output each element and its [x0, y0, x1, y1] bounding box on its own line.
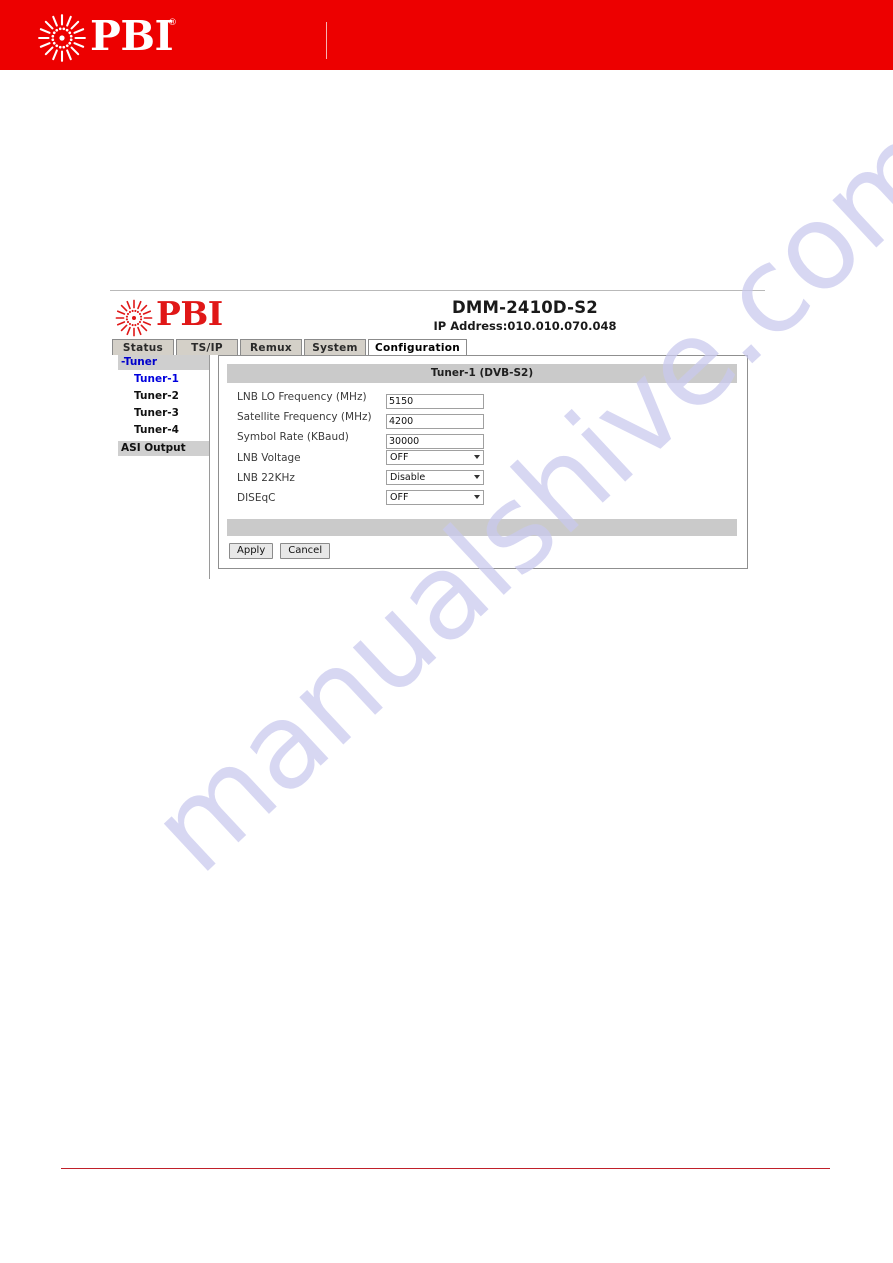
page-title: DMM-2410D-S2: [452, 298, 598, 317]
sidebar-item-tuner-1[interactable]: Tuner-1: [118, 372, 209, 387]
label-lnb-voltage: LNB Voltage: [237, 451, 301, 464]
form-row-lnb-voltage: LNB Voltage OFF: [227, 449, 737, 470]
sidebar-group-tuner[interactable]: -Tuner: [118, 355, 209, 370]
tab-bar: Status TS/IP Remux System Configuration: [112, 338, 469, 355]
sidebar-item-tuner-2[interactable]: Tuner-2: [118, 389, 209, 404]
tab-ts-ip[interactable]: TS/IP: [176, 339, 238, 355]
chevron-down-icon: [474, 494, 480, 499]
pbi-device-logo: PBI: [114, 294, 244, 338]
ip-address-label: IP Address:010.010.070.048: [433, 319, 617, 333]
lnb-lo-frequency-input[interactable]: [386, 394, 484, 409]
label-satellite-frequency: Satellite Frequency (MHz): [237, 411, 372, 424]
tuner-settings-form: LNB LO Frequency (MHz) Satellite Frequen…: [227, 389, 737, 510]
field-satellite-frequency: [386, 409, 484, 430]
tab-remux[interactable]: Remux: [240, 339, 302, 355]
pbi-device-wordmark: PBI: [156, 294, 223, 333]
form-row-diseqc: DISEqC OFF: [227, 489, 737, 510]
pbi-banner-wordmark: PBI: [90, 12, 174, 60]
form-row-lnb-lo-frequency: LNB LO Frequency (MHz): [227, 389, 737, 409]
lnb-voltage-select[interactable]: OFF: [386, 449, 484, 465]
sidebar-item-tuner-3[interactable]: Tuner-3: [118, 406, 209, 421]
button-row: Apply Cancel: [229, 543, 337, 559]
registered-mark: ®: [168, 18, 177, 28]
lnb-voltage-value: OFF: [390, 451, 409, 463]
form-row-satellite-frequency: Satellite Frequency (MHz): [227, 409, 737, 430]
tab-configuration[interactable]: Configuration: [368, 339, 468, 355]
field-lnb-lo-frequency: [386, 389, 484, 409]
pbi-banner-logo: PBI ®: [36, 8, 186, 64]
label-lnb-22khz: LNB 22KHz: [237, 471, 295, 484]
label-lnb-lo-frequency: LNB LO Frequency (MHz): [237, 391, 367, 403]
device-web-ui: PBI DMM-2410D-S2 IP Address:010.010.070.…: [110, 292, 770, 588]
field-symbol-rate: [386, 429, 484, 450]
field-lnb-22khz: Disable: [386, 469, 484, 485]
sidebar-item-tuner-4[interactable]: Tuner-4: [118, 423, 209, 438]
page-separator: [110, 290, 765, 291]
cancel-button[interactable]: Cancel: [280, 543, 331, 559]
chevron-down-icon: [474, 474, 480, 479]
field-lnb-voltage: OFF: [386, 449, 484, 465]
diseqc-select[interactable]: OFF: [386, 489, 484, 505]
chevron-down-icon: [474, 454, 480, 459]
panel-footer-bar: [227, 519, 737, 536]
tab-status[interactable]: Status: [112, 339, 174, 355]
sidebar: -Tuner Tuner-1 Tuner-2 Tuner-3 Tuner-4 A…: [118, 355, 210, 579]
satellite-frequency-input[interactable]: [386, 414, 484, 430]
tab-system[interactable]: System: [304, 339, 366, 355]
starburst-icon: [115, 299, 153, 337]
lnb-22khz-select[interactable]: Disable: [386, 469, 484, 485]
label-diseqc: DISEqC: [237, 491, 276, 504]
panel-header-title: Tuner-1 (DVB-S2): [227, 364, 737, 383]
symbol-rate-input[interactable]: [386, 434, 484, 450]
form-row-lnb-22khz: LNB 22KHz Disable: [227, 469, 737, 490]
top-banner: PBI ®: [0, 0, 893, 70]
diseqc-value: OFF: [390, 491, 409, 503]
apply-button[interactable]: Apply: [229, 543, 274, 559]
sidebar-group-asi-output[interactable]: ASI Output: [118, 441, 209, 456]
ui-body: -Tuner Tuner-1 Tuner-2 Tuner-3 Tuner-4 A…: [112, 355, 767, 579]
form-row-symbol-rate: Symbol Rate (KBaud): [227, 429, 737, 450]
starburst-icon: [38, 14, 86, 62]
lnb-22khz-value: Disable: [390, 471, 426, 483]
label-symbol-rate: Symbol Rate (KBaud): [237, 431, 349, 444]
field-diseqc: OFF: [386, 489, 484, 505]
footer-rule: [61, 1168, 830, 1169]
content-panel: Tuner-1 (DVB-S2) LNB LO Frequency (MHz) …: [218, 355, 748, 569]
banner-divider: [326, 22, 327, 59]
